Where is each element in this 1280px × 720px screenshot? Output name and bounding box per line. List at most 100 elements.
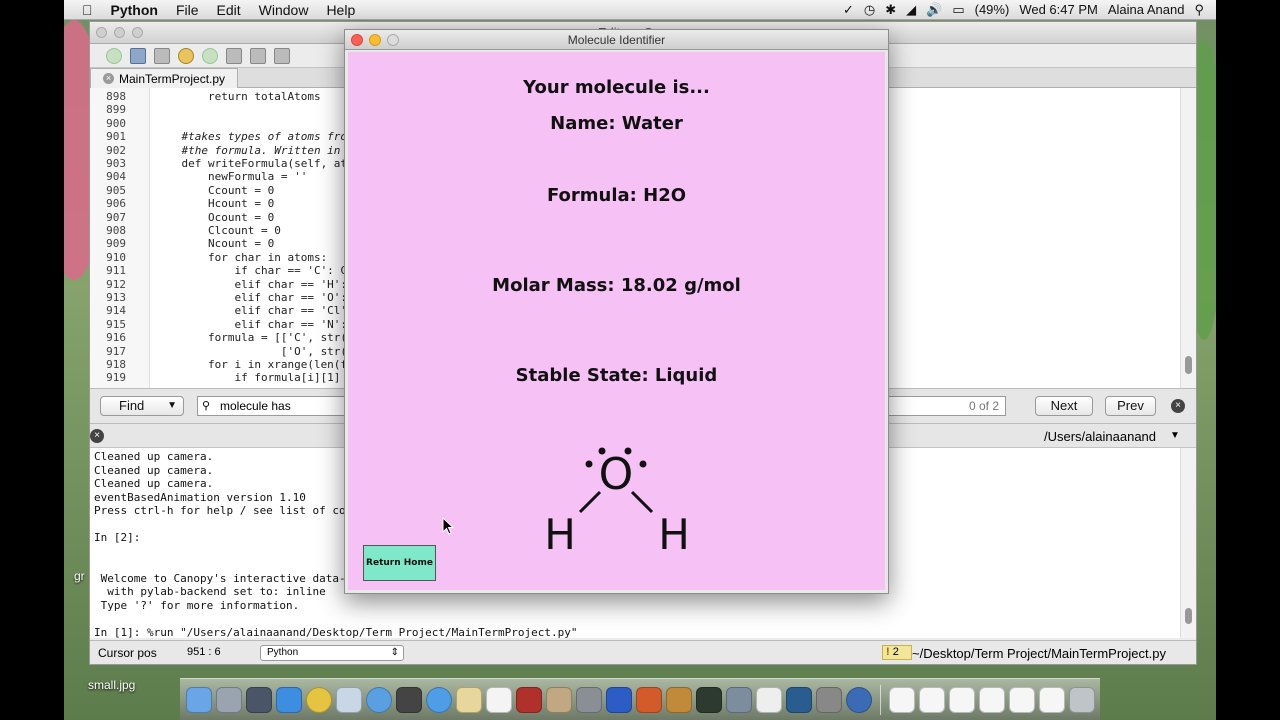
canopy-icon[interactable] xyxy=(785,686,812,713)
redo-icon[interactable] xyxy=(202,47,218,64)
line-number: 918 xyxy=(106,358,126,371)
line-number: 903 xyxy=(106,157,126,170)
save-icon[interactable] xyxy=(130,47,146,64)
document-icon[interactable] xyxy=(948,686,975,713)
line-number: 912 xyxy=(106,277,126,291)
line-number: 910 xyxy=(106,250,126,264)
facetime-icon[interactable] xyxy=(395,686,422,713)
document-icon[interactable] xyxy=(978,686,1005,713)
chevron-down-icon[interactable]: ▼ xyxy=(1170,430,1180,441)
language-select[interactable]: Python ⇕ xyxy=(260,645,404,661)
itunes-icon[interactable] xyxy=(425,686,452,713)
zoom-button[interactable] xyxy=(132,27,143,38)
document-icon[interactable] xyxy=(918,686,945,713)
safari-icon[interactable] xyxy=(365,686,392,713)
line-number: 916 xyxy=(106,331,126,345)
cut-icon[interactable] xyxy=(226,47,242,64)
zoom-button[interactable] xyxy=(387,34,399,46)
close-tab-icon[interactable]: × xyxy=(103,73,114,84)
close-shell-icon[interactable]: × xyxy=(90,429,104,443)
prev-button[interactable]: Prev xyxy=(1105,396,1156,416)
mission-control-icon[interactable] xyxy=(245,686,272,713)
quicktime-icon[interactable] xyxy=(845,686,872,713)
paste-icon[interactable] xyxy=(274,47,290,64)
shell-path[interactable]: /Users/alainaanand xyxy=(1044,429,1156,444)
code-line: 915 elif char == 'N': Ncou xyxy=(90,318,380,331)
next-button[interactable]: Next xyxy=(1035,396,1093,416)
desktop-file-label-partial[interactable]: gr xyxy=(74,569,85,583)
code-scrollbar[interactable] xyxy=(1180,88,1196,388)
calendar-icon[interactable] xyxy=(485,686,512,713)
apple-icon[interactable]:  xyxy=(64,2,102,18)
launchpad-icon[interactable] xyxy=(215,686,242,713)
code-line: 908 Clcount = 0 xyxy=(90,224,281,237)
molar-mass: Molar Mass: 18.02 g/mol xyxy=(492,275,741,296)
activity-monitor-icon[interactable] xyxy=(695,686,722,713)
mail-icon[interactable] xyxy=(335,686,362,713)
menu-help[interactable]: Help xyxy=(317,2,364,18)
menu-app-name[interactable]: Python xyxy=(102,2,167,18)
close-button[interactable] xyxy=(96,27,107,38)
file-tab[interactable]: × MainTermProject.py xyxy=(90,68,239,88)
menu-edit[interactable]: Edit xyxy=(208,2,250,18)
new-file-icon[interactable] xyxy=(106,47,122,64)
minimize-button[interactable] xyxy=(114,27,125,38)
close-find-icon[interactable]: × xyxy=(1171,399,1185,413)
photo-booth-icon[interactable] xyxy=(515,686,542,713)
pen-icon[interactable] xyxy=(815,686,842,713)
system-preferences-icon[interactable] xyxy=(575,686,602,713)
warning-badge[interactable]: ! 2 xyxy=(882,645,912,660)
trash-icon[interactable] xyxy=(1068,686,1095,713)
time-machine-icon[interactable]: ◷ xyxy=(864,2,875,18)
wifi-icon[interactable]: ◢ xyxy=(906,2,916,18)
code-scroll-thumb[interactable] xyxy=(1185,356,1192,374)
return-home-button[interactable]: Return Home xyxy=(363,545,436,581)
console-line: In [2]: xyxy=(94,531,141,544)
menu-file[interactable]: File xyxy=(167,2,208,18)
chrome-icon[interactable] xyxy=(305,686,332,713)
powerpoint-icon[interactable] xyxy=(635,686,662,713)
notes-icon[interactable] xyxy=(455,686,482,713)
molecule-identifier-window: Molecule Identifier Your molecule is... … xyxy=(344,29,889,594)
line-number: 911 xyxy=(106,264,126,278)
close-button[interactable] xyxy=(351,34,363,46)
minimize-button[interactable] xyxy=(369,34,381,46)
volume-icon[interactable]: 🔊 xyxy=(926,2,942,18)
script-editor-icon[interactable] xyxy=(665,686,692,713)
code-text: return totalAtoms xyxy=(155,90,321,103)
console-scrollbar[interactable] xyxy=(1180,448,1196,638)
desktop-file-label[interactable]: small.jpg xyxy=(88,678,135,692)
document-icon[interactable] xyxy=(1038,686,1065,713)
textedit-icon[interactable] xyxy=(755,686,782,713)
mouse-cursor-icon xyxy=(442,517,454,535)
find-dropdown[interactable]: Find ▼ xyxy=(100,396,184,416)
menu-clock[interactable]: Wed 6:47 PM xyxy=(1019,2,1098,17)
console-scroll-thumb[interactable] xyxy=(1185,608,1192,624)
spotlight-search-icon[interactable]: ⚲ xyxy=(1194,2,1204,18)
code-text: Ccount = 0 xyxy=(155,183,275,197)
copy-icon[interactable] xyxy=(250,47,266,64)
iphoto-icon[interactable] xyxy=(725,686,752,713)
menu-user[interactable]: Alaina Anand xyxy=(1108,2,1185,17)
code-line: 902 #the formula. Written in order xyxy=(90,144,380,157)
word-icon[interactable] xyxy=(605,686,632,713)
line-number: 905 xyxy=(106,183,126,197)
finder-icon[interactable] xyxy=(185,686,212,713)
checkmark-icon[interactable]: ✓ xyxy=(843,2,854,18)
battery-percent[interactable]: (49%) xyxy=(975,2,1010,17)
line-number: 899 xyxy=(106,103,126,117)
code-line: 912 elif char == 'H': Hcou xyxy=(90,277,380,291)
menu-window[interactable]: Window xyxy=(250,2,318,18)
preview-icon[interactable] xyxy=(545,686,572,713)
find-input[interactable]: ⚲ molecule has xyxy=(197,396,347,416)
document-icon[interactable] xyxy=(1008,686,1035,713)
molecule-formula: Formula: H2O xyxy=(546,185,687,206)
bond-line xyxy=(578,490,602,514)
save-all-icon[interactable] xyxy=(154,47,170,64)
app-store-icon[interactable] xyxy=(275,686,302,713)
document-icon[interactable] xyxy=(888,686,915,713)
battery-icon[interactable]: ▭ xyxy=(952,2,964,18)
undo-icon[interactable] xyxy=(178,47,194,64)
molecule-canvas: Your molecule is... Name: Water Formula:… xyxy=(348,52,885,590)
bluetooth-icon[interactable]: ✱ xyxy=(885,2,896,18)
